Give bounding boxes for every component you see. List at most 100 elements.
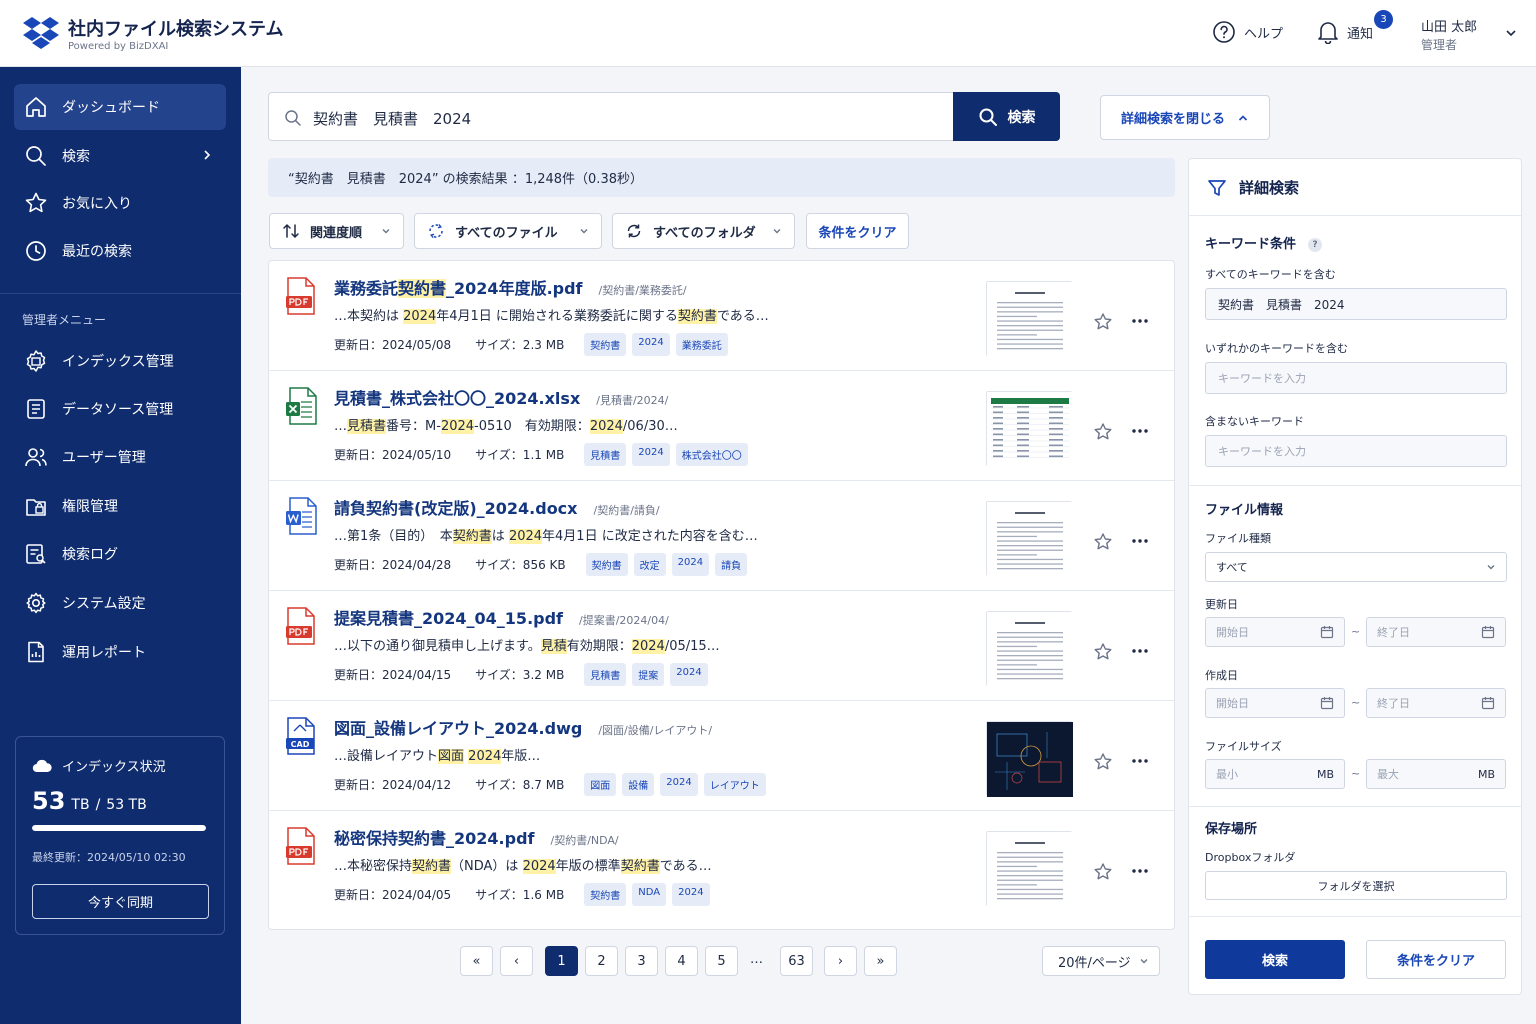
chevron-down-icon[interactable]: [1504, 26, 1518, 40]
page-button-4[interactable]: 4: [665, 946, 698, 976]
file-type-dropdown[interactable]: すべてのファイル: [414, 213, 602, 249]
notification-button[interactable]: 通知: [1317, 20, 1373, 44]
folder-dropdown[interactable]: すべてのフォルダ: [612, 213, 795, 249]
file-size-max-input[interactable]: 最大 MB: [1366, 759, 1506, 789]
help-icon[interactable]: ?: [1308, 237, 1323, 252]
advanced-clear-button[interactable]: 条件をクリア: [1366, 940, 1506, 979]
sidebar-item-system-settings[interactable]: システム設定: [14, 580, 226, 626]
tag-badge[interactable]: NDA: [632, 883, 667, 906]
per-page-dropdown[interactable]: 20件/ページ: [1042, 946, 1160, 976]
favorite-star-icon[interactable]: [1093, 532, 1113, 552]
result-file-name[interactable]: 見積書_株式会社〇〇_2024.xlsx/見積書/2024/: [334, 385, 668, 409]
size-unit: MB: [1477, 767, 1495, 781]
tag-badge[interactable]: 株式会社〇〇: [675, 443, 748, 466]
all-keywords-input[interactable]: 契約書 見積書 2024: [1205, 288, 1507, 320]
any-keywords-input[interactable]: キーワードを入力: [1205, 362, 1507, 394]
result-row[interactable]: 請負契約書(改定版)_2024.docx/契約書/請負/ …第1条（目的） 本契約…: [269, 481, 1174, 591]
tag-badge[interactable]: 契約書: [584, 883, 627, 906]
file-thumbnail[interactable]: [986, 391, 1073, 467]
more-options-icon[interactable]: [1131, 758, 1149, 764]
result-row[interactable]: 見積書_株式会社〇〇_2024.xlsx/見積書/2024/…見積書番号：M-2…: [269, 371, 1174, 481]
sidebar-item-index-management[interactable]: インデックス管理: [14, 338, 226, 384]
sidebar-item-search[interactable]: 検索: [14, 133, 226, 179]
result-row[interactable]: 秘密保持契約書_2024.pdf/契約書/NDA/…本秘密保持契約書（NDA）は…: [269, 811, 1174, 921]
file-type-select[interactable]: すべて: [1205, 552, 1507, 582]
tag-badge[interactable]: 2024: [670, 663, 708, 686]
sidebar-item-search-log[interactable]: 検索ログ: [14, 531, 226, 577]
result-file-name[interactable]: 業務委託契約書_2024年度版.pdf/契約書/業務委託/: [334, 275, 687, 299]
sidebar-item-recent-searches[interactable]: 最近の検索: [14, 228, 226, 274]
favorite-star-icon[interactable]: [1093, 422, 1113, 442]
page-button-2[interactable]: 2: [585, 946, 618, 976]
page-button-5[interactable]: 5: [705, 946, 738, 976]
tag-badge[interactable]: 設備: [622, 773, 655, 796]
result-row[interactable]: CAD 図面_設備レイアウト_2024.dwg/図面/設備/レイアウト/ …設備レイ…: [269, 701, 1174, 811]
more-options-icon[interactable]: [1131, 648, 1149, 654]
favorite-star-icon[interactable]: [1093, 312, 1113, 332]
file-thumbnail[interactable]: [986, 281, 1073, 357]
result-file-name[interactable]: 図面_設備レイアウト_2024.dwg/図面/設備/レイアウト/: [334, 715, 712, 739]
help-button[interactable]: ヘルプ: [1212, 20, 1283, 44]
result-row[interactable]: 提案見積書_2024_04_15.pdf/提案書/2024/04/ …以下の通り御…: [269, 591, 1174, 701]
exclude-keywords-input[interactable]: キーワードを入力: [1205, 435, 1507, 467]
tag-badge[interactable]: 契約書: [585, 553, 628, 576]
app-logo-icon[interactable]: [22, 15, 60, 51]
tag-badge[interactable]: 図面: [584, 773, 617, 796]
sidebar-item-dashboard[interactable]: ダッシュボード: [14, 84, 226, 130]
sidebar-item-user-management[interactable]: ユーザー管理: [14, 434, 226, 480]
more-options-icon[interactable]: [1131, 318, 1149, 324]
file-thumbnail[interactable]: [986, 721, 1073, 797]
advanced-search-button[interactable]: 検索: [1205, 940, 1345, 979]
next-page-button[interactable]: ›: [824, 946, 857, 976]
page-button-3[interactable]: 3: [625, 946, 658, 976]
more-options-icon[interactable]: [1131, 428, 1149, 434]
tag-badge[interactable]: 業務委託: [675, 333, 728, 356]
tag-badge[interactable]: 提案: [632, 663, 665, 686]
sidebar-item-favorites[interactable]: お気に入り: [14, 180, 226, 226]
tag-badge[interactable]: 2024: [671, 553, 710, 576]
result-file-name[interactable]: 提案見積書_2024_04_15.pdf/提案書/2024/04/: [334, 605, 669, 629]
search-input[interactable]: 契約書 見積書 2024: [268, 92, 954, 141]
sort-dropdown[interactable]: 関連度順: [269, 213, 404, 249]
sidebar-item-operation-report[interactable]: 運用レポート: [14, 629, 226, 675]
first-page-button[interactable]: «: [460, 946, 493, 976]
file-thumbnail[interactable]: [986, 831, 1073, 907]
prev-page-button[interactable]: ‹: [500, 946, 533, 976]
more-options-icon[interactable]: [1131, 538, 1149, 544]
result-file-name[interactable]: 請負契約書(改定版)_2024.docx/契約書/請負/: [334, 495, 660, 519]
sidebar-item-datasource-management[interactable]: データソース管理: [14, 386, 226, 432]
tag-badge[interactable]: 見積書: [584, 663, 627, 686]
tag-badge[interactable]: 2024: [632, 443, 670, 466]
tag-badge[interactable]: 2024: [660, 773, 698, 796]
created-end-date-input[interactable]: 終了日: [1366, 688, 1506, 718]
page-button-1[interactable]: 1: [545, 946, 578, 976]
favorite-star-icon[interactable]: [1093, 862, 1113, 882]
tag-badge[interactable]: 2024: [632, 333, 670, 356]
tag-badge[interactable]: 請負: [715, 553, 748, 576]
sync-now-button[interactable]: 今すぐ同期: [32, 884, 209, 919]
tag-badge[interactable]: 改定: [633, 553, 666, 576]
select-folder-button[interactable]: フォルダを選択: [1205, 871, 1507, 900]
favorite-star-icon[interactable]: [1093, 752, 1113, 772]
more-options-icon[interactable]: [1131, 868, 1149, 874]
created-start-date-input[interactable]: 開始日: [1205, 688, 1345, 718]
tag-badge[interactable]: 2024: [672, 883, 710, 906]
favorite-star-icon[interactable]: [1093, 642, 1113, 662]
file-size-min-input[interactable]: 最小 MB: [1205, 759, 1345, 789]
search-button[interactable]: 検索: [953, 92, 1060, 141]
close-advanced-search-button[interactable]: 詳細検索を閉じる: [1100, 95, 1270, 140]
result-row[interactable]: 業務委託契約書_2024年度版.pdf/契約書/業務委託/…本契約は 2024年…: [269, 261, 1174, 371]
result-file-name[interactable]: 秘密保持契約書_2024.pdf/契約書/NDA/: [334, 825, 619, 849]
file-thumbnail[interactable]: [986, 611, 1073, 687]
tag-badge[interactable]: 契約書: [584, 333, 627, 356]
sidebar-item-permission-management[interactable]: 権限管理: [14, 483, 226, 529]
last-page-button[interactable]: »: [864, 946, 897, 976]
tag-badge[interactable]: 見積書: [584, 443, 627, 466]
updated-end-date-input[interactable]: 終了日: [1366, 617, 1506, 647]
clear-filters-button[interactable]: 条件をクリア: [806, 213, 909, 249]
tag-badge[interactable]: レイアウト: [703, 773, 766, 796]
user-name[interactable]: 山田 太郎: [1421, 16, 1477, 35]
updated-start-date-input[interactable]: 開始日: [1205, 617, 1345, 647]
page-button-last[interactable]: 63: [780, 946, 813, 976]
file-thumbnail[interactable]: [986, 501, 1073, 577]
